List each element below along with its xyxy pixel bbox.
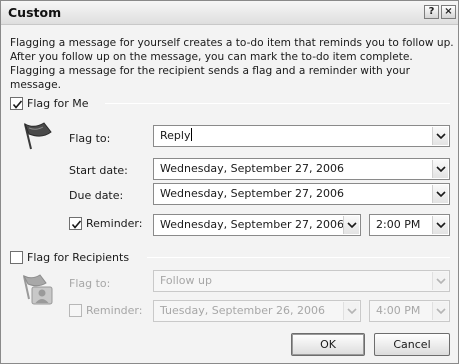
title-bar[interactable]: Custom ? × bbox=[1, 1, 458, 25]
intro-text: Flagging a message for yourself creates … bbox=[10, 37, 454, 91]
recipient-flag-to-combobox[interactable]: Follow up bbox=[153, 270, 450, 292]
chevron-down-icon[interactable] bbox=[432, 216, 448, 234]
recipient-reminder-date-value: Tuesday, September 26, 2006 bbox=[160, 304, 326, 317]
reminder-date-picker[interactable]: Wednesday, September 27, 2006 bbox=[153, 214, 361, 236]
due-date-value: Wednesday, September 27, 2006 bbox=[160, 187, 344, 200]
help-button[interactable]: ? bbox=[424, 5, 439, 19]
flag-to-label: Flag to: bbox=[69, 132, 111, 145]
recipient-reminder-checkbox[interactable] bbox=[69, 304, 82, 317]
recipient-reminder-checkbox-row[interactable]: Reminder: bbox=[69, 304, 142, 317]
recipient-reminder-time-value: 4:00 PM bbox=[376, 304, 421, 317]
flag-for-recipients-label: Flag for Recipients bbox=[27, 250, 130, 264]
section-divider bbox=[147, 257, 450, 258]
chevron-down-icon[interactable] bbox=[432, 272, 448, 290]
chevron-down-icon[interactable] bbox=[343, 216, 359, 234]
recipient-reminder-label: Reminder: bbox=[86, 304, 143, 317]
recipient-flag-icon bbox=[22, 274, 53, 305]
chevron-down-icon[interactable] bbox=[432, 185, 448, 203]
flag-to-combobox[interactable]: Reply bbox=[153, 125, 450, 147]
flag-for-recipients-checkbox[interactable] bbox=[10, 250, 23, 264]
start-date-value: Wednesday, September 27, 2006 bbox=[160, 162, 344, 175]
section-divider bbox=[105, 103, 450, 104]
flag-for-me-label: Flag for Me bbox=[27, 96, 89, 110]
recipient-flag-to-label: Flag to: bbox=[69, 277, 111, 290]
reminder-date-value: Wednesday, September 27, 2006 bbox=[160, 218, 344, 231]
flag-for-me-checkbox[interactable] bbox=[10, 96, 23, 110]
reminder-time-value: 2:00 PM bbox=[376, 218, 421, 231]
reminder-label: Reminder: bbox=[86, 217, 143, 230]
flag-icon bbox=[24, 122, 52, 150]
chevron-down-icon[interactable] bbox=[432, 127, 448, 145]
start-date-label: Start date: bbox=[69, 164, 128, 177]
close-button[interactable]: × bbox=[441, 5, 456, 19]
chevron-down-icon[interactable] bbox=[432, 160, 448, 178]
flag-for-recipients-checkbox-row[interactable]: Flag for Recipients bbox=[10, 249, 129, 265]
due-date-picker[interactable]: Wednesday, September 27, 2006 bbox=[153, 183, 450, 205]
start-date-picker[interactable]: Wednesday, September 27, 2006 bbox=[153, 158, 450, 180]
flag-to-value: Reply bbox=[160, 129, 191, 142]
recipient-reminder-time-picker[interactable]: 4:00 PM bbox=[369, 300, 450, 322]
checkmark-icon bbox=[71, 220, 82, 229]
custom-flag-dialog: Custom ? × Flagging a message for yourse… bbox=[0, 0, 459, 364]
reminder-time-picker[interactable]: 2:00 PM bbox=[369, 214, 450, 236]
recipient-reminder-date-picker[interactable]: Tuesday, September 26, 2006 bbox=[153, 300, 361, 322]
chevron-down-icon[interactable] bbox=[343, 302, 359, 320]
checkmark-icon bbox=[12, 99, 23, 109]
reminder-checkbox[interactable] bbox=[69, 217, 82, 230]
recipient-flag-to-value: Follow up bbox=[160, 274, 212, 287]
chevron-down-icon[interactable] bbox=[432, 302, 448, 320]
reminder-checkbox-row[interactable]: Reminder: bbox=[69, 217, 142, 230]
ok-button[interactable]: OK bbox=[291, 333, 365, 356]
due-date-label: Due date: bbox=[69, 189, 124, 202]
text-cursor bbox=[191, 128, 193, 141]
window-title: Custom bbox=[8, 5, 62, 20]
flag-for-me-checkbox-row[interactable]: Flag for Me bbox=[10, 95, 88, 111]
cancel-button[interactable]: Cancel bbox=[374, 333, 450, 356]
